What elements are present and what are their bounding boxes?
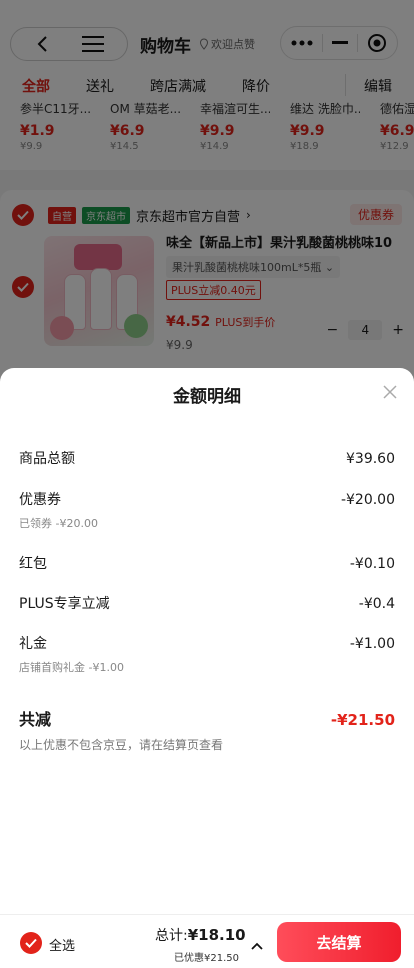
select-all-label[interactable]: 全选: [49, 935, 75, 954]
total-price-label: 总计:: [155, 928, 188, 944]
sheet-title: 金额明细: [173, 387, 241, 407]
discount-note: 以上优惠不包含京豆，请在结算页查看: [19, 738, 224, 752]
line-label: 商品总额: [19, 451, 75, 467]
total-amount: -¥21.50: [330, 711, 395, 729]
cart-screen: 购物车 欢迎点赞 全部 送礼 跨店满减: [0, 0, 414, 968]
line-amount: -¥0.10: [349, 556, 395, 572]
line-label: 优惠券: [19, 492, 61, 508]
total-price: 总计:¥18.10: [155, 925, 246, 945]
line-item-plus: PLUS专享立减 -¥0.4: [19, 593, 395, 613]
line-label: PLUS专享立减: [19, 596, 110, 612]
select-all-checkbox[interactable]: [20, 932, 42, 954]
total-label: 共减: [19, 710, 52, 729]
line-amount: ¥39.60: [346, 451, 395, 467]
line-item-gift-money: 礼金 -¥1.00: [19, 633, 395, 653]
line-amount: -¥1.00: [349, 636, 395, 652]
amount-detail-sheet: 金额明细 商品总额 ¥39.60 优惠券 -¥20.00 已领券 -¥20.00…: [0, 368, 414, 968]
checkout-button[interactable]: 去结算: [277, 922, 401, 962]
checkmark-icon: [25, 938, 37, 948]
line-amount: -¥0.4: [358, 596, 395, 612]
chevron-up-icon[interactable]: [251, 935, 263, 954]
line-label: 红包: [19, 556, 47, 572]
total-discount-row: 共减 -¥21.50: [19, 706, 395, 730]
saved-amount: 已优惠¥21.50: [174, 953, 239, 964]
line-item-goods-total: 商品总额 ¥39.60: [19, 448, 395, 468]
line-item-red-packet: 红包 -¥0.10: [19, 553, 395, 573]
close-icon[interactable]: [382, 384, 402, 404]
line-item-coupon: 优惠券 -¥20.00: [19, 489, 395, 509]
line-sub-gift-money: 店铺首购礼金 -¥1.00: [19, 661, 124, 674]
total-price-value: ¥18.10: [187, 926, 246, 944]
line-label: 礼金: [19, 636, 47, 652]
line-sub-coupon: 已领券 -¥20.00: [19, 517, 98, 530]
line-amount: -¥20.00: [340, 492, 395, 508]
checkout-bar: 全选 总计:¥18.10 已优惠¥21.50 去结算: [0, 914, 414, 968]
